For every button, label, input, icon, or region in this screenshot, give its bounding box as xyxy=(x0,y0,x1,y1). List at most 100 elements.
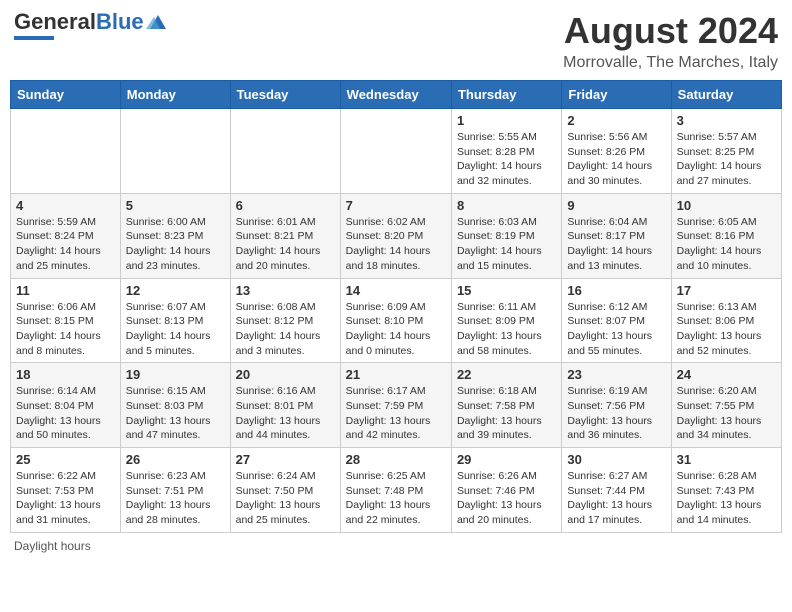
calendar-cell xyxy=(340,109,451,194)
title-section: August 2024 Morrovalle, The Marches, Ita… xyxy=(563,10,778,72)
calendar-cell: 12 Sunrise: 6:07 AM Sunset: 8:13 PM Dayli… xyxy=(120,278,230,363)
calendar-cell xyxy=(120,109,230,194)
calendar-cell: 2 Sunrise: 5:56 AM Sunset: 8:26 PM Daylig… xyxy=(562,109,671,194)
day-number: 18 xyxy=(16,367,115,382)
day-number: 4 xyxy=(16,198,115,213)
day-info: Sunrise: 6:02 AM Sunset: 8:20 PM Dayligh… xyxy=(346,215,446,274)
weekday-header-saturday: Saturday xyxy=(671,81,781,109)
subtitle: Morrovalle, The Marches, Italy xyxy=(563,54,778,72)
day-number: 10 xyxy=(677,198,776,213)
day-info: Sunrise: 6:01 AM Sunset: 8:21 PM Dayligh… xyxy=(236,215,335,274)
day-info: Sunrise: 6:12 AM Sunset: 8:07 PM Dayligh… xyxy=(567,300,665,359)
day-info: Sunrise: 6:23 AM Sunset: 7:51 PM Dayligh… xyxy=(126,469,225,528)
calendar-cell: 28Sunrise: 6:25 AM Sunset: 7:48 PM Dayli… xyxy=(340,448,451,533)
day-info: Sunrise: 6:00 AM Sunset: 8:23 PM Dayligh… xyxy=(126,215,225,274)
calendar-cell: 18Sunrise: 6:14 AM Sunset: 8:04 PM Dayli… xyxy=(11,363,121,448)
weekday-header-row: SundayMondayTuesdayWednesdayThursdayFrid… xyxy=(11,81,782,109)
calendar-week-row: 4 Sunrise: 5:59 AM Sunset: 8:24 PM Daylig… xyxy=(11,193,782,278)
calendar-week-row: 25Sunrise: 6:22 AM Sunset: 7:53 PM Dayli… xyxy=(11,448,782,533)
logo-bar xyxy=(14,36,54,40)
day-info: Sunrise: 6:24 AM Sunset: 7:50 PM Dayligh… xyxy=(236,469,335,528)
day-number: 17 xyxy=(677,283,776,298)
day-info: Sunrise: 5:57 AM Sunset: 8:25 PM Dayligh… xyxy=(677,130,776,189)
logo-icon xyxy=(146,11,168,33)
calendar-cell: 15Sunrise: 6:11 AM Sunset: 8:09 PM Dayli… xyxy=(451,278,561,363)
calendar-cell xyxy=(230,109,340,194)
calendar-cell: 10 Sunrise: 6:05 AM Sunset: 8:16 PM Dayli… xyxy=(671,193,781,278)
logo-text: GeneralBlue xyxy=(14,10,144,34)
weekday-header-monday: Monday xyxy=(120,81,230,109)
day-number: 31 xyxy=(677,452,776,467)
day-number: 12 xyxy=(126,283,225,298)
calendar-cell: 11 Sunrise: 6:06 AM Sunset: 8:15 PM Dayli… xyxy=(11,278,121,363)
day-number: 3 xyxy=(677,113,776,128)
calendar-cell: 26 Sunrise: 6:23 AM Sunset: 7:51 PM Dayli… xyxy=(120,448,230,533)
main-title: August 2024 xyxy=(563,10,778,52)
day-number: 21 xyxy=(346,367,446,382)
day-number: 13 xyxy=(236,283,335,298)
day-info: Sunrise: 6:11 AM Sunset: 8:09 PM Dayligh… xyxy=(457,300,556,359)
day-number: 11 xyxy=(16,283,115,298)
calendar-cell: 21 Sunrise: 6:17 AM Sunset: 7:59 PM Dayli… xyxy=(340,363,451,448)
day-info: Sunrise: 6:07 AM Sunset: 8:13 PM Dayligh… xyxy=(126,300,225,359)
weekday-header-thursday: Thursday xyxy=(451,81,561,109)
day-info: Sunrise: 5:59 AM Sunset: 8:24 PM Dayligh… xyxy=(16,215,115,274)
day-number: 16 xyxy=(567,283,665,298)
calendar-cell: 27Sunrise: 6:24 AM Sunset: 7:50 PM Dayli… xyxy=(230,448,340,533)
calendar-week-row: 11 Sunrise: 6:06 AM Sunset: 8:15 PM Dayli… xyxy=(11,278,782,363)
day-info: Sunrise: 6:15 AM Sunset: 8:03 PM Dayligh… xyxy=(126,384,225,443)
day-info: Sunrise: 6:18 AM Sunset: 7:58 PM Dayligh… xyxy=(457,384,556,443)
day-number: 30 xyxy=(567,452,665,467)
calendar-week-row: 1 Sunrise: 5:55 AM Sunset: 8:28 PM Daylig… xyxy=(11,109,782,194)
day-info: Sunrise: 6:27 AM Sunset: 7:44 PM Dayligh… xyxy=(567,469,665,528)
weekday-header-sunday: Sunday xyxy=(11,81,121,109)
day-number: 23 xyxy=(567,367,665,382)
calendar-table: SundayMondayTuesdayWednesdayThursdayFrid… xyxy=(10,80,782,533)
day-info: Sunrise: 6:17 AM Sunset: 7:59 PM Dayligh… xyxy=(346,384,446,443)
day-info: Sunrise: 5:55 AM Sunset: 8:28 PM Dayligh… xyxy=(457,130,556,189)
calendar-cell: 30 Sunrise: 6:27 AM Sunset: 7:44 PM Dayli… xyxy=(562,448,671,533)
calendar-cell: 19 Sunrise: 6:15 AM Sunset: 8:03 PM Dayli… xyxy=(120,363,230,448)
calendar-cell: 6 Sunrise: 6:01 AM Sunset: 8:21 PM Daylig… xyxy=(230,193,340,278)
day-info: Sunrise: 6:20 AM Sunset: 7:55 PM Dayligh… xyxy=(677,384,776,443)
day-info: Sunrise: 6:09 AM Sunset: 8:10 PM Dayligh… xyxy=(346,300,446,359)
day-info: Sunrise: 6:25 AM Sunset: 7:48 PM Dayligh… xyxy=(346,469,446,528)
day-info: Sunrise: 6:16 AM Sunset: 8:01 PM Dayligh… xyxy=(236,384,335,443)
day-info: Sunrise: 6:28 AM Sunset: 7:43 PM Dayligh… xyxy=(677,469,776,528)
calendar-week-row: 18Sunrise: 6:14 AM Sunset: 8:04 PM Dayli… xyxy=(11,363,782,448)
day-number: 5 xyxy=(126,198,225,213)
calendar-cell: 7Sunrise: 6:02 AM Sunset: 8:20 PM Daylig… xyxy=(340,193,451,278)
calendar-cell: 9 Sunrise: 6:04 AM Sunset: 8:17 PM Daylig… xyxy=(562,193,671,278)
footer-note: Daylight hours xyxy=(10,539,782,553)
calendar-cell: 25Sunrise: 6:22 AM Sunset: 7:53 PM Dayli… xyxy=(11,448,121,533)
day-info: Sunrise: 6:06 AM Sunset: 8:15 PM Dayligh… xyxy=(16,300,115,359)
day-number: 20 xyxy=(236,367,335,382)
calendar-cell: 16 Sunrise: 6:12 AM Sunset: 8:07 PM Dayli… xyxy=(562,278,671,363)
day-number: 9 xyxy=(567,198,665,213)
day-number: 22 xyxy=(457,367,556,382)
day-number: 1 xyxy=(457,113,556,128)
day-info: Sunrise: 6:13 AM Sunset: 8:06 PM Dayligh… xyxy=(677,300,776,359)
header: GeneralBlue August 2024 Morrovalle, The … xyxy=(10,10,782,72)
day-number: 6 xyxy=(236,198,335,213)
calendar-cell: 24 Sunrise: 6:20 AM Sunset: 7:55 PM Dayli… xyxy=(671,363,781,448)
weekday-header-friday: Friday xyxy=(562,81,671,109)
day-info: Sunrise: 6:04 AM Sunset: 8:17 PM Dayligh… xyxy=(567,215,665,274)
weekday-header-tuesday: Tuesday xyxy=(230,81,340,109)
day-number: 24 xyxy=(677,367,776,382)
day-info: Sunrise: 5:56 AM Sunset: 8:26 PM Dayligh… xyxy=(567,130,665,189)
day-info: Sunrise: 6:05 AM Sunset: 8:16 PM Dayligh… xyxy=(677,215,776,274)
day-number: 19 xyxy=(126,367,225,382)
day-number: 8 xyxy=(457,198,556,213)
calendar-cell: 31 Sunrise: 6:28 AM Sunset: 7:43 PM Dayli… xyxy=(671,448,781,533)
day-info: Sunrise: 6:08 AM Sunset: 8:12 PM Dayligh… xyxy=(236,300,335,359)
calendar-cell xyxy=(11,109,121,194)
calendar-cell: 3 Sunrise: 5:57 AM Sunset: 8:25 PM Daylig… xyxy=(671,109,781,194)
calendar-cell: 5 Sunrise: 6:00 AM Sunset: 8:23 PM Daylig… xyxy=(120,193,230,278)
day-number: 2 xyxy=(567,113,665,128)
day-info: Sunrise: 6:19 AM Sunset: 7:56 PM Dayligh… xyxy=(567,384,665,443)
calendar-cell: 13 Sunrise: 6:08 AM Sunset: 8:12 PM Dayli… xyxy=(230,278,340,363)
day-number: 26 xyxy=(126,452,225,467)
calendar-cell: 22 Sunrise: 6:18 AM Sunset: 7:58 PM Dayli… xyxy=(451,363,561,448)
day-info: Sunrise: 6:22 AM Sunset: 7:53 PM Dayligh… xyxy=(16,469,115,528)
